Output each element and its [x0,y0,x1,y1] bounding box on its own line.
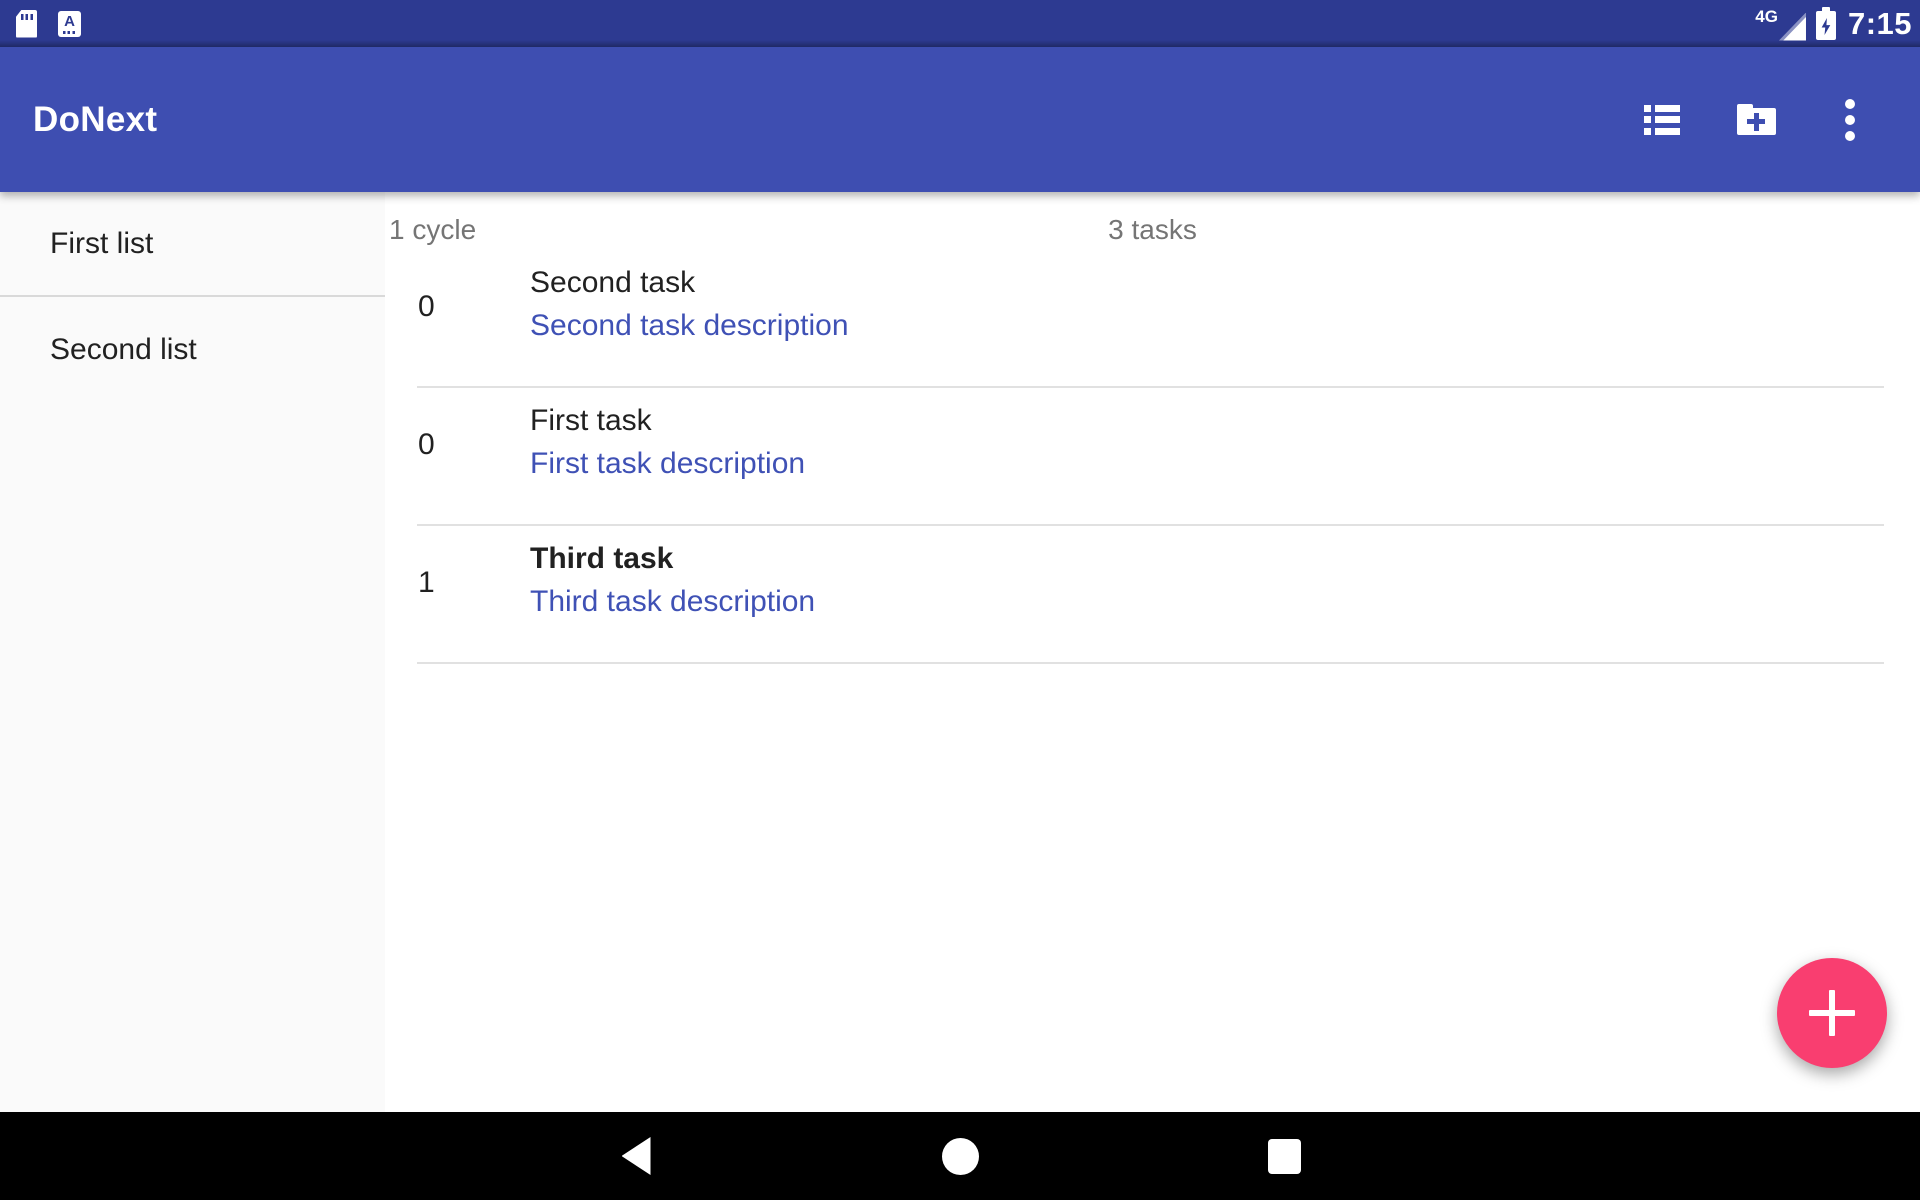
sidebar-item-label: First list [50,227,153,261]
task-row[interactable]: 0 Second task Second task description [385,250,1920,388]
list-header: 1 cycle 3 tasks [385,192,1920,250]
task-description: First task description [530,445,805,483]
task-description: Second task description [530,307,849,345]
sidebar-item-first-list[interactable]: First list [0,192,385,297]
home-icon [942,1138,979,1175]
status-bar-left: A [16,0,81,47]
task-row[interactable]: 0 First task First task description [385,388,1920,526]
task-description: Third task description [530,583,815,621]
status-bar-right: 4G 7:15 [1755,0,1912,47]
task-text: First task First task description [530,402,805,526]
task-title: First task [530,402,805,440]
view-list-icon [1644,105,1680,135]
task-cycle-count: 1 [418,540,530,664]
keyboard-notification-icon: A [58,11,81,37]
task-list-panel: 1 cycle 3 tasks 0 Second task Second tas… [385,192,1920,1112]
plus-icon [1809,990,1855,1036]
keyboard-icon-dots [63,31,76,34]
task-title: Second task [530,264,849,302]
task-row[interactable]: 1 Third task Third task description [385,526,1920,664]
back-button[interactable] [612,1132,660,1180]
lists-sidebar: First list Second list [0,192,385,1112]
task-cycle-count: 0 [418,264,530,388]
battery-charging-icon [1816,7,1836,40]
task-text: Third task Third task description [530,540,815,664]
task-text: Second task Second task description [530,264,849,388]
network-type-label: 4G [1755,7,1778,27]
signal-triangle-icon [1779,13,1806,41]
add-task-fab[interactable] [1777,958,1887,1068]
navigation-bar [0,1112,1920,1200]
page-title: DoNext [33,100,157,140]
app-bar: DoNext [0,47,1920,192]
sdcard-icon [16,10,37,38]
recents-button[interactable] [1260,1132,1308,1180]
create-folder-icon [1737,104,1776,135]
overflow-menu-icon [1845,99,1855,141]
back-icon [622,1137,651,1175]
overflow-menu-button[interactable] [1826,96,1874,144]
view-list-button[interactable] [1638,96,1686,144]
sidebar-item-second-list[interactable]: Second list [0,297,385,402]
app-body: First list Second list 1 cycle 3 tasks 0… [0,192,1920,1112]
home-button[interactable] [936,1132,984,1180]
screen: A 4G 7:15 DoNext [0,0,1920,1200]
status-bar: A 4G 7:15 [0,0,1920,47]
sidebar-item-label: Second list [50,333,197,367]
keyboard-icon-letter: A [64,14,75,29]
create-folder-button[interactable] [1732,96,1780,144]
recents-icon [1268,1139,1301,1174]
task-count-label: 3 tasks [385,214,1920,246]
app-bar-actions [1638,96,1874,144]
task-cycle-count: 0 [418,402,530,526]
task-title: Third task [530,540,815,578]
clock: 7:15 [1848,6,1912,42]
